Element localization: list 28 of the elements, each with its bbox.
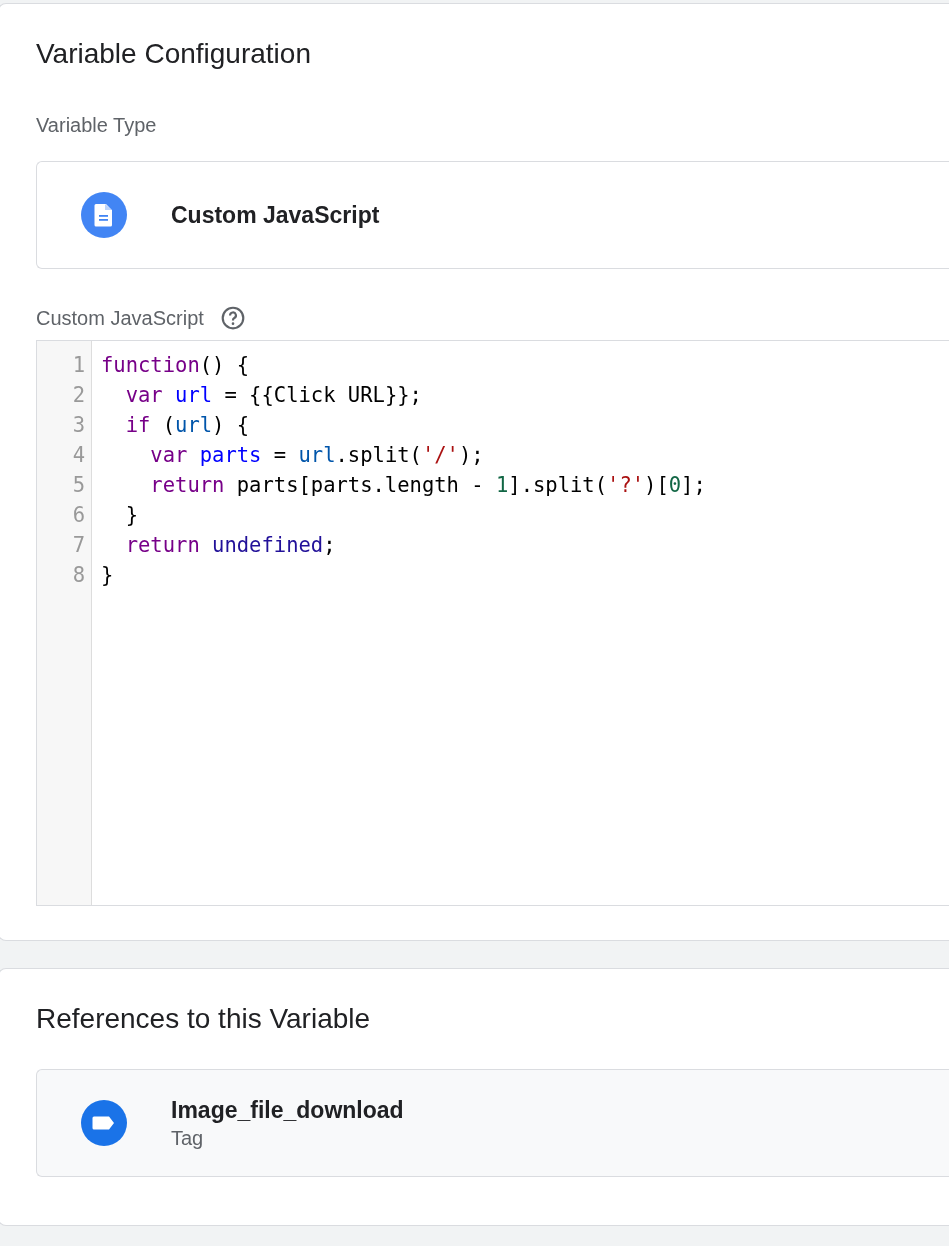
code-line: function() { — [101, 352, 251, 379]
line-number: 6 — [71, 502, 86, 529]
code-line: return parts[parts.length - 1].split('?')[0]; — [149, 472, 706, 499]
help-icon[interactable] — [219, 305, 246, 331]
line-number: 2 — [71, 382, 86, 409]
section-title: Variable Configuration — [36, 38, 312, 70]
code-line: var parts = url.split('/'); — [149, 442, 485, 469]
tag-icon — [81, 1100, 127, 1146]
section-title: References to this Variable — [36, 1003, 372, 1035]
document-icon — [81, 192, 127, 238]
line-number: 5 — [71, 472, 86, 499]
field-label: Custom JavaScript — [36, 306, 204, 330]
line-number: 7 — [71, 532, 86, 559]
line-number: 8 — [71, 562, 86, 589]
reference-type: Tag — [171, 1126, 205, 1150]
field-label: Variable Type — [36, 114, 158, 137]
line-number: 4 — [71, 442, 86, 469]
code-line: } — [124, 502, 140, 529]
reference-item[interactable]: Image_file_download Tag — [36, 1069, 949, 1177]
line-number: 1 — [71, 352, 86, 379]
code-line: } — [101, 562, 115, 589]
line-number: 3 — [71, 412, 86, 439]
code-line: var url = {{Click URL}}; — [124, 382, 423, 409]
code-line: return undefined; — [124, 532, 337, 559]
code-editor[interactable]: 1 2 3 4 5 6 7 8 function() { var url = {{Click URL}}; if (url) { var parts = url.split('/'); return parts[parts.length - 1].split('?')[0]; } return undefined; } — [36, 340, 949, 906]
reference-name: Image_file_download — [171, 1096, 404, 1124]
variable-type-selector[interactable]: Custom JavaScript — [36, 161, 949, 269]
code-line: if (url) { — [124, 412, 251, 439]
